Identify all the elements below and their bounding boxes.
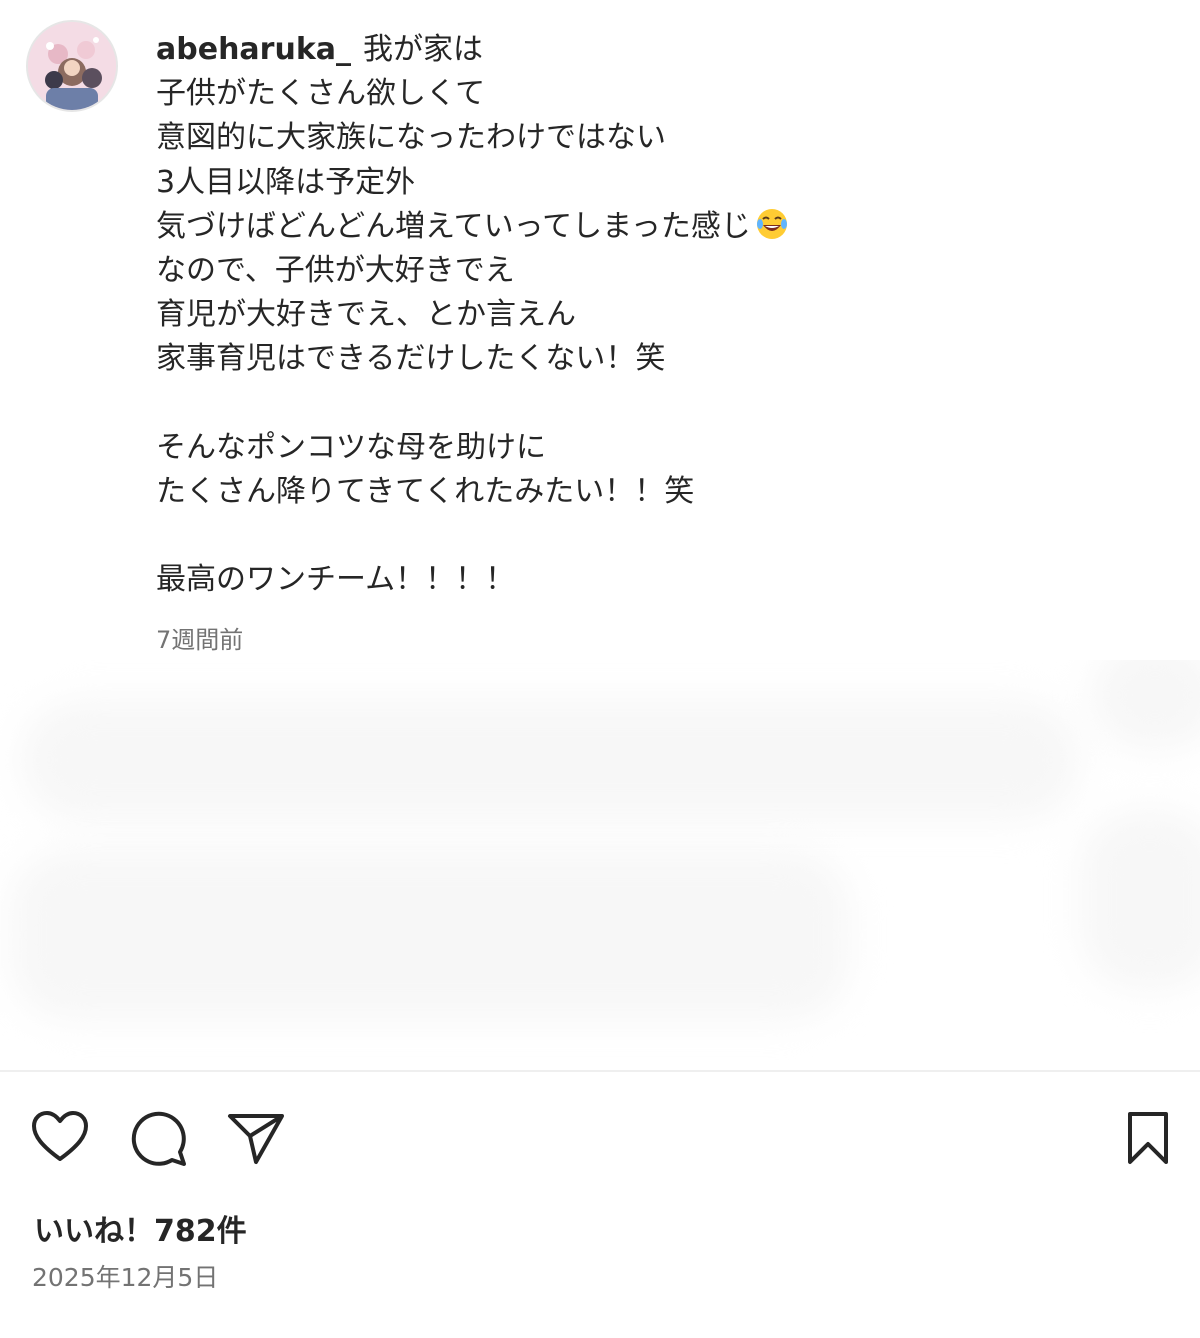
caption-line-4: 3人目以降は予定外	[156, 164, 416, 200]
relative-timestamp[interactable]: 7週間前	[156, 620, 243, 655]
caption-line-9	[156, 382, 1156, 426]
likes-count[interactable]: いいね！782件	[34, 1206, 247, 1250]
blurred-comments-area	[0, 660, 1200, 1060]
caption-text: 我が家は	[363, 32, 484, 67]
caption-line-3: 意図的に大家族になったわけではない	[156, 120, 666, 156]
bookmark-icon	[1128, 1112, 1168, 1164]
caption-line-5: 気づけばどんどん増えていってしまった感じ	[156, 205, 1156, 249]
instagram-post: abeharuka_ 我が家は 子供がたくさん欲しくて 意図的に大家族になったわけ…	[0, 0, 1200, 1338]
caption-line-13: 最高のワンチーム！！！！	[156, 562, 516, 598]
share-button[interactable]	[226, 1108, 286, 1168]
caption-line-1: abeharuka_ 我が家は	[156, 28, 1156, 72]
caption-line-11: たくさん降りてきてくれたみたい！！笑	[156, 474, 695, 510]
paper-plane-icon	[228, 1114, 284, 1164]
save-button[interactable]	[1118, 1108, 1178, 1168]
username-link[interactable]: abeharuka_	[156, 32, 351, 67]
profile-avatar[interactable]	[26, 20, 118, 112]
caption-line-2: 子供がたくさん欲しくて	[156, 76, 486, 112]
heart-icon	[32, 1111, 88, 1161]
post-caption: abeharuka_ 我が家は 子供がたくさん欲しくて 意図的に大家族になったわけ…	[156, 28, 1156, 603]
caption-line-6: なので、子供が大好きでえ	[156, 253, 515, 289]
caption-text: 気づけばどんどん増えていってしまった感じ	[156, 208, 751, 244]
comment-icon	[131, 1111, 186, 1166]
avatar-photo	[28, 22, 116, 110]
caption-line-8: 家事育児はできるだけしたくない！笑	[156, 341, 666, 377]
post-date: 2025年12月5日	[32, 1263, 219, 1292]
action-bar	[0, 1100, 1200, 1170]
section-divider	[0, 1070, 1200, 1072]
caption-line-12	[156, 514, 1156, 558]
laughing-tears-emoji-icon	[756, 208, 787, 239]
caption-line-10: そんなポンコツな母を助けに	[156, 429, 546, 465]
like-button[interactable]	[30, 1108, 90, 1168]
caption-line-7: 育児が大好きでえ、とか言えん	[156, 297, 576, 333]
comment-button[interactable]	[128, 1108, 188, 1168]
